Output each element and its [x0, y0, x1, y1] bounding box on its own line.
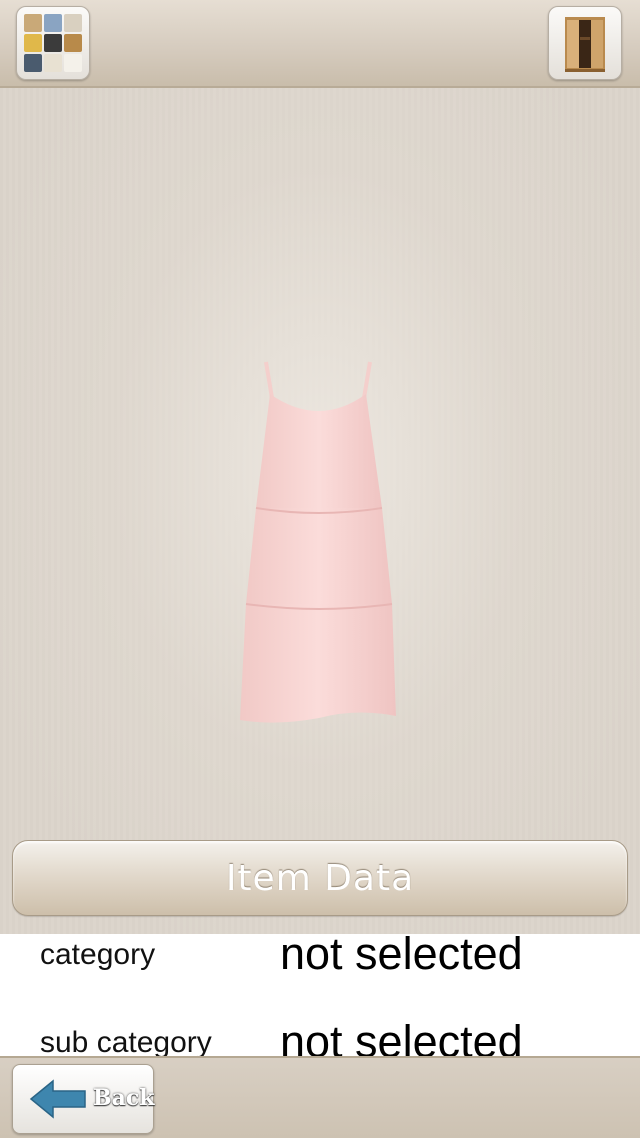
pink-dress-image: [240, 361, 396, 723]
item-preview-area: Item Data: [0, 88, 640, 934]
gallery-button[interactable]: [16, 6, 90, 80]
gallery-grid-icon: [24, 14, 82, 72]
bottom-toolbar: Back: [0, 1056, 640, 1138]
wardrobe-icon: [565, 17, 605, 72]
sub-category-value: not selected: [280, 1016, 523, 1056]
category-value: not selected: [280, 934, 523, 979]
item-data-button[interactable]: Item Data: [12, 840, 628, 916]
category-label: category: [40, 938, 156, 971]
top-toolbar: [0, 0, 640, 88]
back-button[interactable]: Back: [12, 1064, 155, 1134]
item-data-label: Item Data: [225, 857, 415, 899]
sub-category-label: sub category: [40, 1026, 212, 1056]
item-info-list: category not selected sub category not s…: [0, 934, 640, 1056]
category-row[interactable]: category not selected: [0, 934, 640, 1022]
back-arrow-icon: [29, 1079, 86, 1119]
back-label: Back: [93, 1085, 155, 1111]
closet-button[interactable]: [548, 6, 622, 80]
sub-category-row[interactable]: sub category not selected: [0, 1016, 640, 1056]
